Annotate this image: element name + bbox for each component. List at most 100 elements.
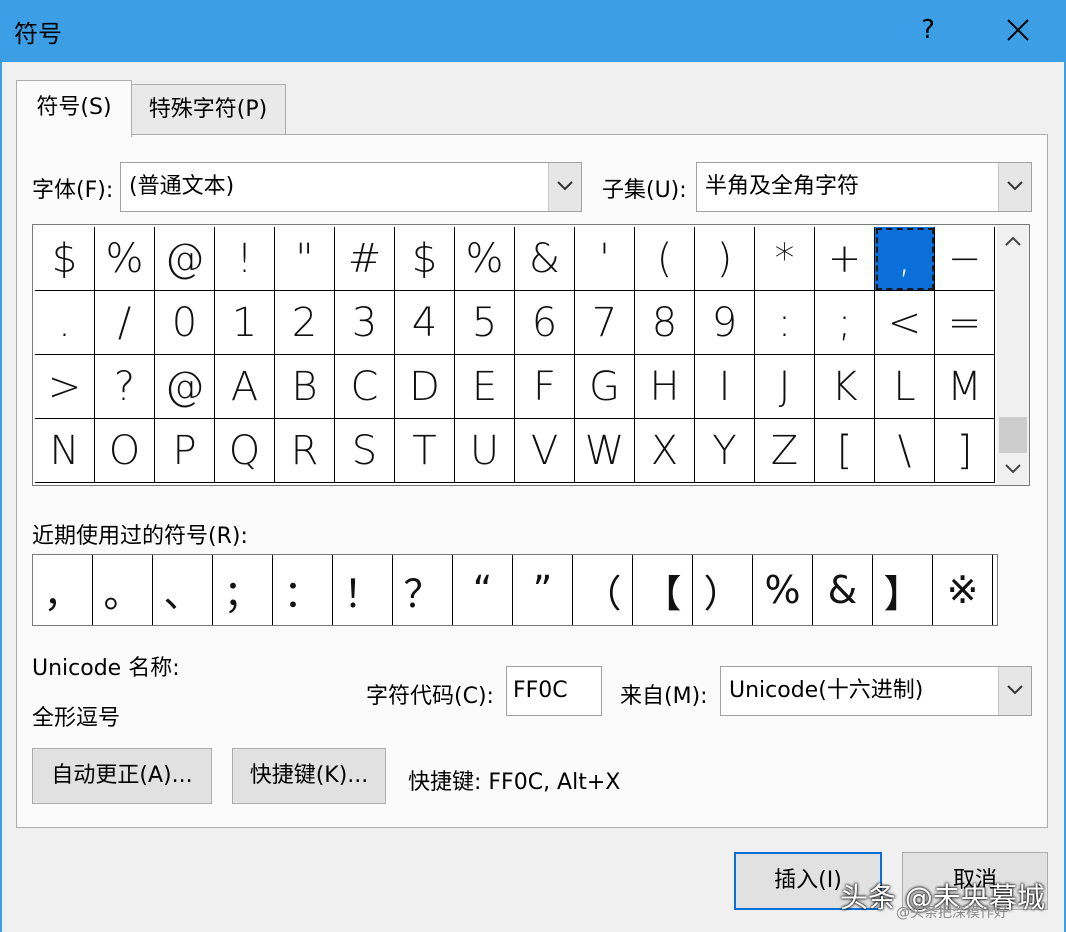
symbol-cell[interactable]: Y [695,419,755,483]
recent-symbol-cell[interactable]: 【 [633,555,693,625]
symbol-cell[interactable]: D [395,355,455,419]
symbol-cell[interactable]: O [95,419,155,483]
symbol-cell[interactable]: @ [155,227,215,291]
symbol-cell[interactable]: T [395,419,455,483]
symbol-cell[interactable]: $ [395,227,455,291]
symbol-cell[interactable]: $ [35,227,95,291]
from-select[interactable]: Unicode(十六进制) [720,666,1032,716]
recent-symbol-cell[interactable]: ※ [933,555,993,625]
symbol-cell[interactable]: ? [95,355,155,419]
symbol-cell[interactable]: 1 [215,291,275,355]
symbol-cell[interactable]: P [155,419,215,483]
symbol-cell[interactable]: H [635,355,695,419]
symbol-cell[interactable]: 5 [455,291,515,355]
symbol-cell[interactable]: B [275,355,335,419]
font-select[interactable]: (普通文本) [120,162,582,212]
symbol-cell[interactable]: ( [635,227,695,291]
symbol-cell[interactable]: # [335,227,395,291]
tab-symbols[interactable]: 符号(S) [16,80,132,137]
symbol-cell[interactable]: Z [755,419,815,483]
symbol-cell[interactable]: 9 [695,291,755,355]
symbol-cell[interactable]: \ [875,419,935,483]
symbol-cell[interactable]: ] [935,419,995,483]
recent-symbol-cell[interactable]: 】 [873,555,933,625]
symbol-cell[interactable]: + [815,227,875,291]
symbol-cell[interactable]: A [215,355,275,419]
recent-symbol-cell[interactable]: ” [513,555,573,625]
subset-dropdown-button[interactable] [998,163,1031,211]
symbol-cell[interactable]: [ [815,419,875,483]
subset-select-value: 半角及全角字符 [705,174,860,199]
symbol-cell[interactable]: 0 [155,291,215,355]
recent-symbol-cell[interactable]: ） [693,555,753,625]
symbol-cell[interactable]: & [515,227,575,291]
scroll-down-icon[interactable] [1004,463,1022,475]
symbol-cell[interactable]: W [575,419,635,483]
symbol-cell[interactable]: F [515,355,575,419]
symbol-cell[interactable]: Q [215,419,275,483]
symbol-cell[interactable]: ) [695,227,755,291]
autocorrect-button[interactable]: 自动更正(A)... [32,748,212,804]
symbol-cell[interactable]: 4 [395,291,455,355]
symbol-cell[interactable]: U [455,419,515,483]
font-dropdown-button[interactable] [548,163,581,211]
from-dropdown-button[interactable] [998,667,1031,715]
recent-symbol-cell[interactable]: & [813,555,873,625]
recent-symbol-cell[interactable]: ！ [333,555,393,625]
symbol-cell[interactable]: = [935,291,995,355]
symbol-cell[interactable]: S [335,419,395,483]
symbol-cell[interactable]: V [515,419,575,483]
symbol-cell[interactable]: * [755,227,815,291]
recent-symbol-cell[interactable]: ： [273,555,333,625]
symbol-cell[interactable]: ! [215,227,275,291]
symbol-cell[interactable]: 6 [515,291,575,355]
symbol-cell[interactable]: / [95,291,155,355]
symbol-cell[interactable]: K [815,355,875,419]
symbol-cell[interactable]: % [95,227,155,291]
symbol-cell[interactable]: R [275,419,335,483]
symbol-cell[interactable]: 3 [335,291,395,355]
symbol-cell[interactable]: < [875,291,935,355]
recent-symbol-cell[interactable]: “ [453,555,513,625]
symbol-cell[interactable]: ' [575,227,635,291]
symbol-cell[interactable]: − [935,227,995,291]
recent-symbol-cell[interactable]: ？ [393,555,453,625]
symbol-cell[interactable]: : [755,291,815,355]
shortcut-key-button[interactable]: 快捷键(K)... [232,748,386,804]
symbol-cell[interactable]: 7 [575,291,635,355]
char-code-input[interactable]: FF0C [506,666,602,716]
recent-symbol-cell[interactable]: 、 [153,555,213,625]
scrollbar-thumb[interactable] [999,417,1027,453]
symbol-cell[interactable]: 8 [635,291,695,355]
symbol-cell[interactable]: C [335,355,395,419]
recent-symbol-cell[interactable]: ； [213,555,273,625]
symbol-cell[interactable]: I [695,355,755,419]
recent-symbol-cell[interactable]: 。 [93,555,153,625]
help-button[interactable]: ? [912,10,944,50]
recent-symbol-cell[interactable]: ， [33,555,93,625]
scroll-up-icon[interactable] [1004,235,1022,247]
symbol-cell[interactable]: G [575,355,635,419]
tab-special-characters[interactable]: 特殊字符(P) [130,84,286,135]
symbol-cell[interactable]: L [875,355,935,419]
symbol-cell[interactable]: @ [155,355,215,419]
symbol-cell[interactable]: E [455,355,515,419]
close-button[interactable] [996,10,1040,50]
symbol-cell[interactable]: N [35,419,95,483]
shortcut-info: 快捷键: FF0C, Alt+X [408,770,621,795]
subset-select[interactable]: 半角及全角字符 [696,162,1032,212]
symbol-cell[interactable]: " [275,227,335,291]
recent-symbol-cell[interactable]: （ [573,555,633,625]
symbol-grid: $% @! " # $% & '() * +, −./0 1 2 3 4 5 6 7 8 9:; < = >? @ A B C D E… [32,224,1030,486]
symbol-grid-scrollbar[interactable] [997,225,1029,485]
symbol-cell[interactable]: . [35,291,95,355]
symbol-cell[interactable]: X [635,419,695,483]
symbol-cell[interactable]: , [875,227,935,291]
symbol-cell[interactable]: > [35,355,95,419]
symbol-cell[interactable]: ; [815,291,875,355]
symbol-cell[interactable]: M [935,355,995,419]
symbol-cell[interactable]: % [455,227,515,291]
recent-symbol-cell[interactable]: % [753,555,813,625]
symbol-cell[interactable]: J [755,355,815,419]
symbol-cell[interactable]: 2 [275,291,335,355]
